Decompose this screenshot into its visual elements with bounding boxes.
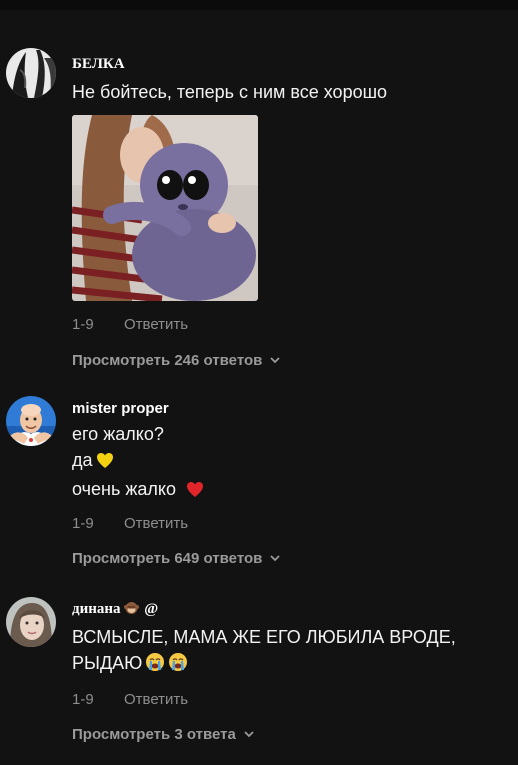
avatar-belka[interactable] [6,48,56,98]
comment-text-line-2-text: да [72,450,93,470]
comment-text-line-1: ВСМЫСЛЕ, МАМА ЖЕ ЕГО ЛЮБИЛА ВРОДЕ, [72,627,456,647]
comment-date: 1-9 [72,515,94,532]
chevron-down-icon [270,548,280,568]
comment-text: Не бойтесь, теперь с ним все хорошо [72,82,388,102]
loudly-crying-face-icon [168,652,188,679]
username[interactable]: БЕЛКА [72,55,512,73]
view-replies-button[interactable]: Просмотреть 3 ответа [72,724,512,745]
top-strip [0,0,518,10]
chevron-down-icon [270,350,280,370]
yellow-heart-icon [96,450,114,476]
reply-button[interactable]: Ответить [124,691,188,708]
comment-text-line-3-text: очень жалко [72,479,176,499]
comment-text-line-1: его жалко? [72,424,164,444]
comment-meta: 1-9 Ответить [72,514,512,534]
username[interactable]: mister proper [72,400,512,418]
avatar-mister-proper[interactable] [6,396,56,446]
username-suffix: @ [144,601,159,617]
see-no-evil-monkey-icon [123,601,139,620]
view-replies-button[interactable]: Просмотреть 246 ответов [72,350,512,371]
comment-date: 1-9 [72,691,94,708]
loudly-crying-face-icon [145,652,165,679]
comment-text-line-2-text: РЫДАЮ [72,653,143,673]
comment-text-line-2: да [72,447,512,476]
reply-button[interactable]: Ответить [124,515,188,532]
comment-text-line-3: очень жалко [72,476,512,505]
view-replies-label: Просмотреть 649 ответов [72,550,263,567]
view-replies-label: Просмотреть 3 ответа [72,726,236,743]
reply-button[interactable]: Ответить [124,316,188,333]
comment-text-line-2: РЫДАЮ [72,650,512,679]
comment-meta: 1-9 Ответить [72,690,512,710]
view-replies-label: Просмотреть 246 ответов [72,352,263,369]
view-replies-button[interactable]: Просмотреть 649 ответов [72,548,512,569]
comment-photo-purple-creature[interactable] [72,115,258,301]
username-row: динана @ [72,600,512,620]
comment-meta: 1-9 Ответить [72,315,512,335]
chevron-down-icon [244,724,254,744]
avatar-dinana[interactable] [6,597,56,647]
comment-date: 1-9 [72,316,94,333]
red-heart-icon [186,479,204,505]
username[interactable]: динана [72,601,121,617]
